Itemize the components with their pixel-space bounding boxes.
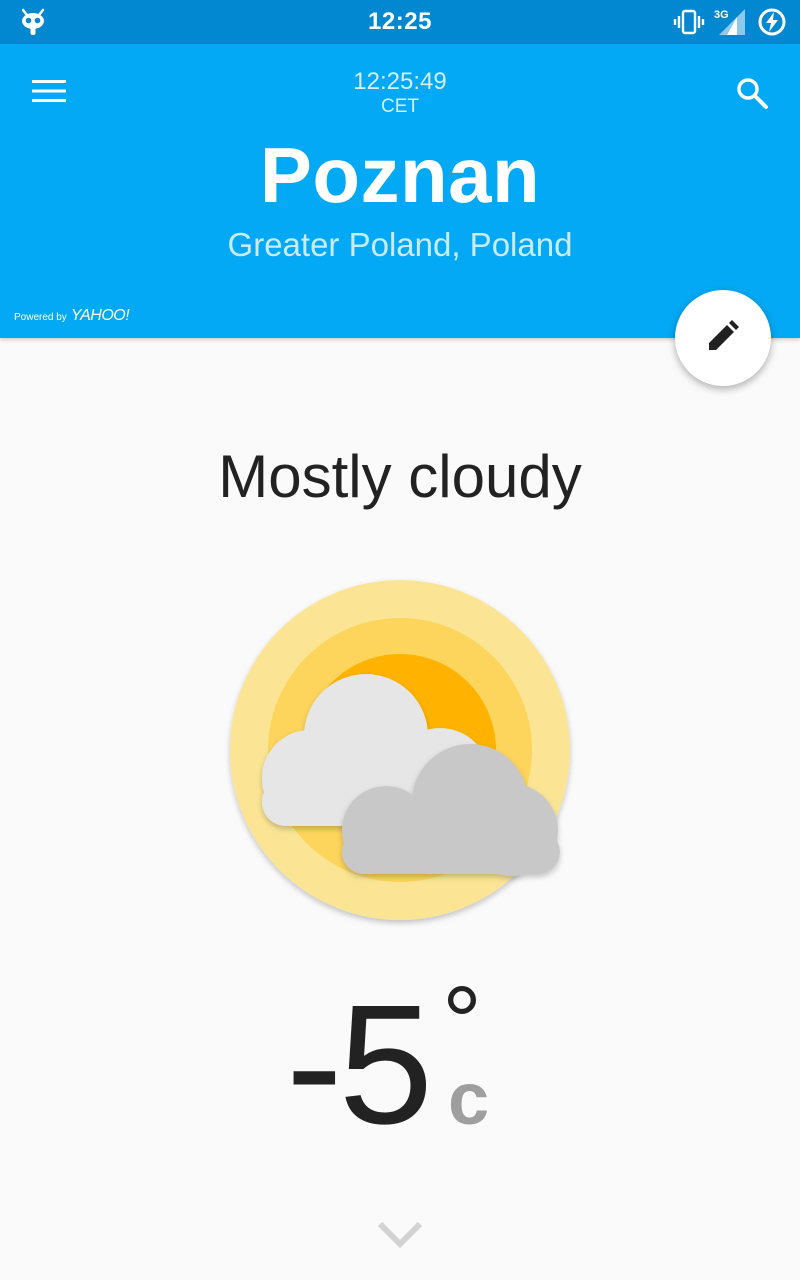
powered-by-yahoo[interactable]: Powered by YAHOO! (14, 307, 130, 325)
battery-charging-icon (756, 6, 788, 38)
vibrate-icon (672, 6, 706, 38)
yahoo-logo: YAHOO! (70, 307, 130, 324)
sun-behind-clouds-icon (222, 572, 578, 928)
search-icon (735, 76, 769, 115)
region-name: Greater Poland, Poland (227, 226, 573, 263)
city-name: Poznan (259, 131, 541, 219)
pencil-icon (706, 319, 740, 358)
powered-by-label: Powered by (14, 312, 67, 323)
timezone: CET (381, 96, 419, 117)
local-time: 12:25:49 (353, 68, 447, 95)
expand-details-button[interactable] (368, 1210, 432, 1262)
edit-location-button[interactable] (675, 290, 771, 386)
search-button[interactable] (724, 70, 780, 120)
cell-signal-icon (712, 6, 748, 38)
status-bar: 12:25 3G (0, 0, 800, 44)
app-header: 12:25:49 CET Poznan Greater Poland, Pola… (0, 44, 800, 338)
chevron-down-icon (376, 1218, 424, 1255)
weather-condition: Mostly cloudy (218, 443, 582, 510)
temperature-display: -5 ° c (286, 970, 526, 1160)
temperature-unit[interactable]: c (448, 1062, 489, 1136)
temperature-value: -5 (286, 970, 433, 1160)
